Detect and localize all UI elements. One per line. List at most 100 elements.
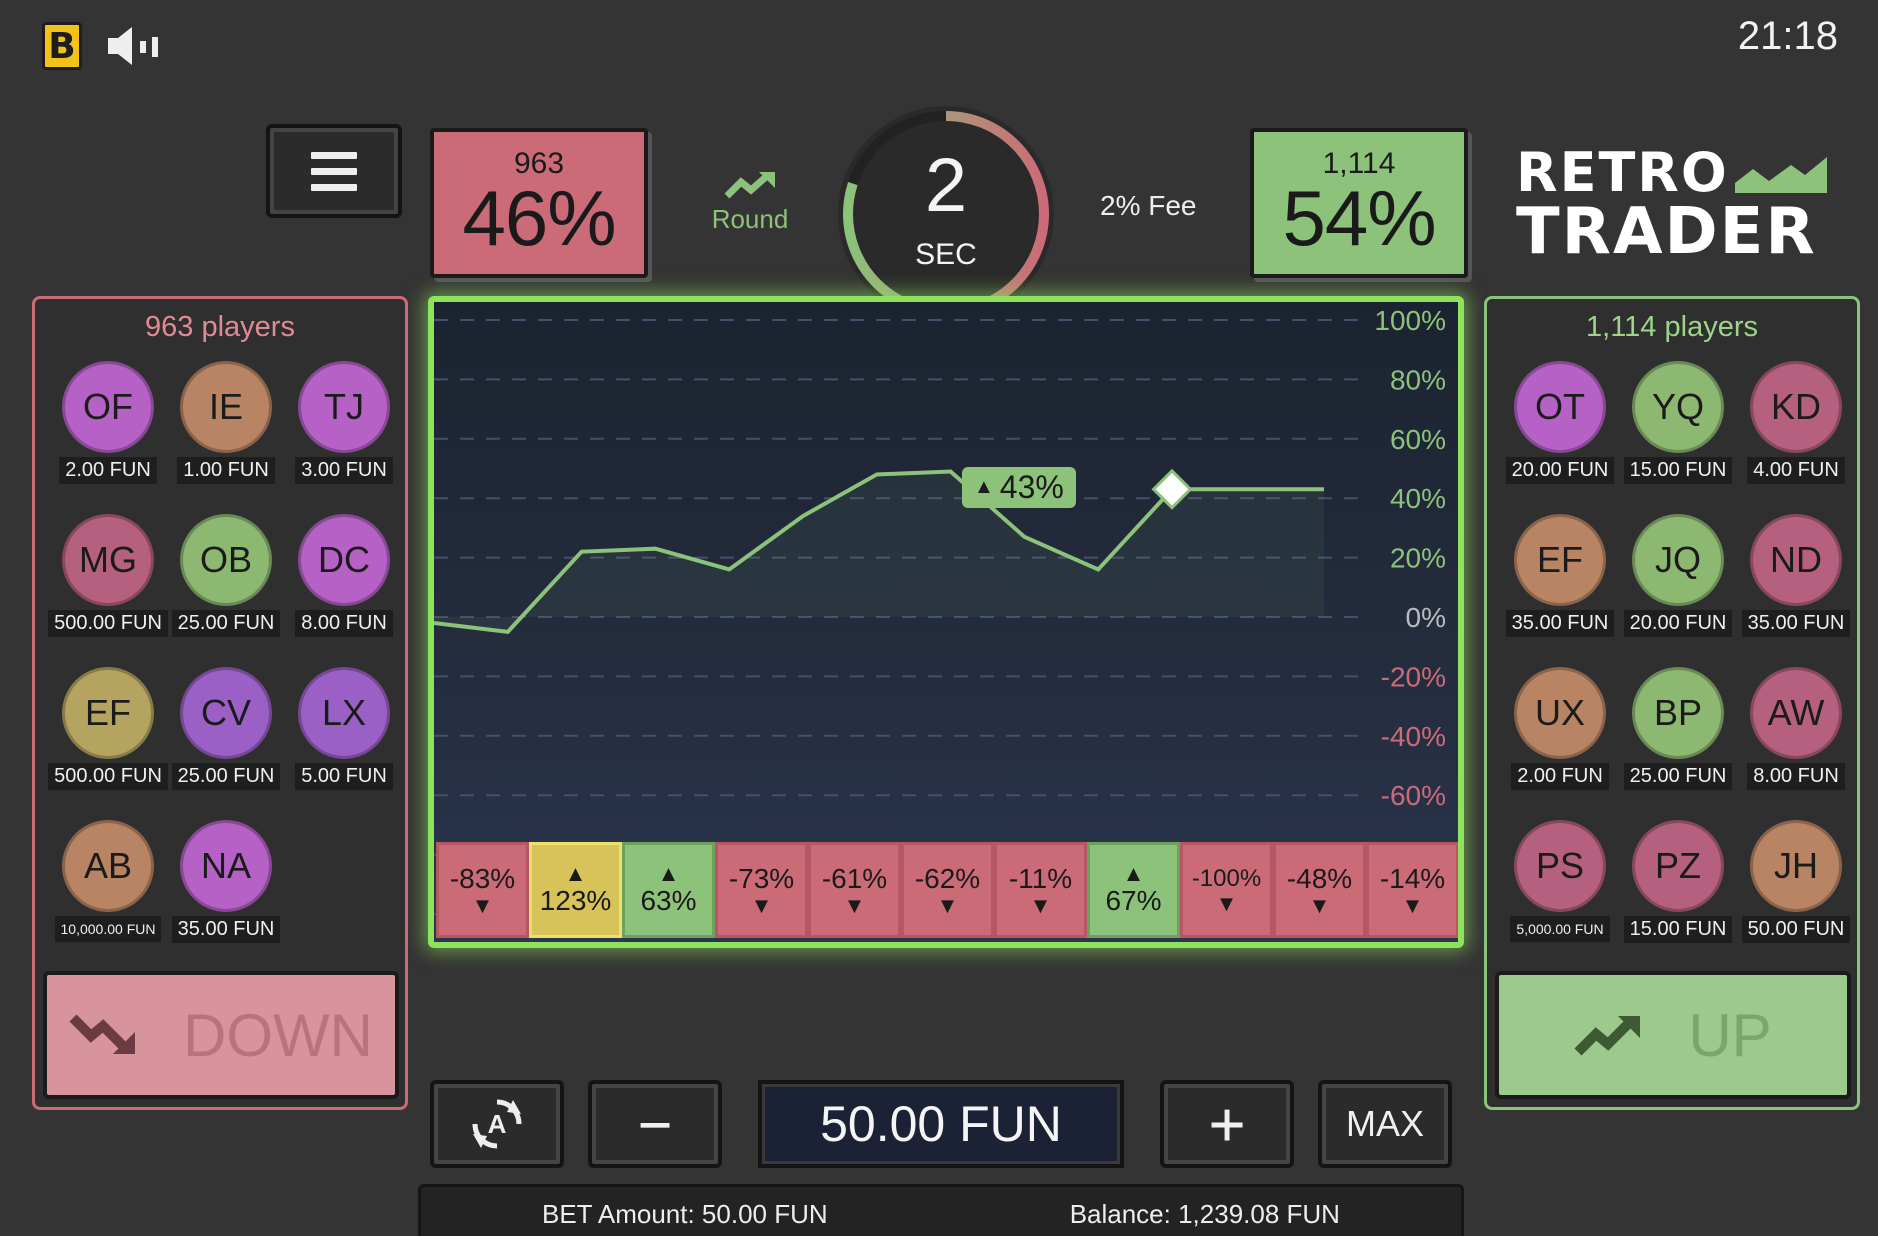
max-bet-button[interactable]: MAX	[1318, 1080, 1452, 1168]
avatar: YQ	[1632, 361, 1724, 453]
bet-amount: 35.00 FUN	[171, 916, 281, 943]
y-tick-label: -20%	[1381, 661, 1446, 692]
round-indicator: Round	[700, 170, 800, 235]
caret-down-icon: ▼	[471, 893, 494, 918]
avatar: AW	[1750, 667, 1842, 759]
bet-amount: 8.00 FUN	[295, 610, 393, 637]
y-tick-label: -40%	[1381, 721, 1446, 752]
up-player: BP 25.00 FUN	[1619, 667, 1737, 790]
auto-bet-button[interactable]: A	[430, 1080, 564, 1168]
down-players-panel: 963 players OF 2.00 FUN IE 1.00 FUN TJ 3.00 F…	[32, 296, 408, 1110]
caret-down-icon: ▼	[843, 893, 866, 918]
bet-amount: 4.00 FUN	[1747, 457, 1845, 484]
bet-amount: 25.00 FUN	[1623, 763, 1733, 790]
up-players-title: 1,114 players	[1586, 311, 1758, 343]
history-cell: ▲ 67%	[1087, 842, 1180, 938]
speaker-muted-icon[interactable]	[104, 24, 162, 68]
up-summary: 1,114 54%	[1250, 128, 1468, 278]
down-player: OF 2.00 FUN	[49, 361, 167, 484]
caret-up-icon: ▲	[564, 861, 587, 886]
down-summary: 963 46%	[430, 128, 648, 278]
bet-amount: 50.00 FUN	[1741, 916, 1851, 943]
avatar: ND	[1750, 514, 1842, 606]
bet-amount: 500.00 FUN	[48, 610, 168, 637]
avatar: BP	[1632, 667, 1724, 759]
down-player: LX 5.00 FUN	[285, 667, 403, 790]
down-bet-button[interactable]: DOWN	[43, 971, 399, 1099]
up-player: AW 8.00 FUN	[1737, 667, 1855, 790]
history-value: -61%	[821, 863, 888, 894]
down-player: EF 500.00 FUN	[48, 667, 168, 790]
avatar: TJ	[298, 361, 390, 453]
avatar: PS	[1514, 820, 1606, 912]
caret-down-icon: ▼	[936, 893, 959, 918]
round-label: Round	[711, 204, 789, 234]
trend-up-icon	[1574, 1016, 1641, 1056]
y-tick-label: 0%	[1406, 602, 1446, 633]
bet-amount: 8.00 FUN	[1747, 763, 1845, 790]
history-cell: -11% ▼	[994, 842, 1087, 938]
bet-amount: 15.00 FUN	[1623, 916, 1733, 943]
up-player: UX 2.00 FUN	[1501, 667, 1619, 790]
down-player: CV 25.00 FUN	[167, 667, 285, 790]
history-value: -14%	[1379, 863, 1446, 894]
caret-up-icon: ▲	[1122, 861, 1145, 886]
down-player: NA 35.00 FUN	[167, 820, 285, 943]
avatar: OF	[62, 361, 154, 453]
bet-amount: 20.00 FUN	[1505, 457, 1615, 484]
decrease-bet-button[interactable]: −	[588, 1080, 722, 1168]
avatar: UX	[1514, 667, 1606, 759]
avatar: DC	[298, 514, 390, 606]
trend-up-icon	[724, 172, 775, 199]
bet-amount: 10,000.00 FUN	[54, 916, 162, 942]
bet-amount: 500.00 FUN	[48, 763, 168, 790]
menu-button[interactable]	[266, 124, 402, 218]
trend-down-icon	[69, 1014, 136, 1054]
menu-icon	[311, 151, 357, 159]
avatar: CV	[180, 667, 272, 759]
avatar: OT	[1514, 361, 1606, 453]
history-cell: -100% ▼	[1180, 842, 1273, 938]
avatar: PZ	[1632, 820, 1724, 912]
down-button-label: DOWN	[183, 1001, 373, 1069]
caret-down-icon: ▼	[1401, 893, 1424, 918]
y-tick-label: 80%	[1390, 364, 1446, 395]
up-percent: 54%	[1282, 174, 1436, 262]
caret-up-icon: ▲	[974, 476, 994, 499]
y-tick-label: -60%	[1381, 780, 1446, 811]
avatar: EF	[1514, 514, 1606, 606]
y-tick-label: 100%	[1374, 305, 1446, 336]
logo-chart-icon	[1734, 157, 1827, 193]
bet-info-bar: BET Amount: 50.00 FUN Balance: 1,239.08 …	[418, 1184, 1464, 1236]
balance-text: Balance: 1,239.08 FUN	[1069, 1198, 1340, 1229]
history-cell: -73% ▼	[715, 842, 808, 938]
up-bet-button[interactable]: UP	[1495, 971, 1851, 1099]
history-value: -62%	[914, 863, 981, 894]
bet-amount-text: BET Amount: 50.00 FUN	[542, 1198, 828, 1229]
history-value: -48%	[1286, 863, 1353, 894]
up-players-panel: 1,114 players OT 20.00 FUN YQ 15.00 FUN KD 4.…	[1484, 296, 1860, 1110]
bet-amount-input[interactable]: 50.00 FUN	[758, 1080, 1124, 1168]
down-player: AB 10,000.00 FUN	[49, 820, 167, 943]
y-tick-label: 60%	[1390, 424, 1446, 455]
up-player: ND 35.00 FUN	[1737, 514, 1855, 637]
up-player: KD 4.00 FUN	[1737, 361, 1855, 484]
avatar: LX	[298, 667, 390, 759]
bet-amount: 35.00 FUN	[1505, 610, 1615, 637]
round-history: -83% ▼ ▲ 123% ▲ 63% -73% ▼ -61% ▼ -62% ▼ -11% ▼ ▲ 67% -1…	[436, 842, 1458, 940]
caret-down-icon: ▼	[1029, 893, 1052, 918]
avatar: JQ	[1632, 514, 1724, 606]
up-player: PS 5,000.00 FUN	[1501, 820, 1619, 943]
svg-text:A: A	[488, 1109, 507, 1139]
history-value: 67%	[1105, 885, 1162, 916]
down-player: IE 1.00 FUN	[167, 361, 285, 484]
up-player: OT 20.00 FUN	[1501, 361, 1619, 484]
history-value: 63%	[640, 885, 697, 916]
up-players-list: OT 20.00 FUN YQ 15.00 FUN KD 4.00 FUN EF 35.00 …	[1501, 361, 1851, 943]
caret-down-icon: ▼	[1308, 893, 1331, 918]
bet-amount: 5,000.00 FUN	[1510, 916, 1610, 942]
down-player: TJ 3.00 FUN	[285, 361, 403, 484]
brand-logo[interactable]: B	[42, 22, 82, 70]
increase-bet-button[interactable]: +	[1160, 1080, 1294, 1168]
bet-amount: 35.00 FUN	[1741, 610, 1851, 637]
